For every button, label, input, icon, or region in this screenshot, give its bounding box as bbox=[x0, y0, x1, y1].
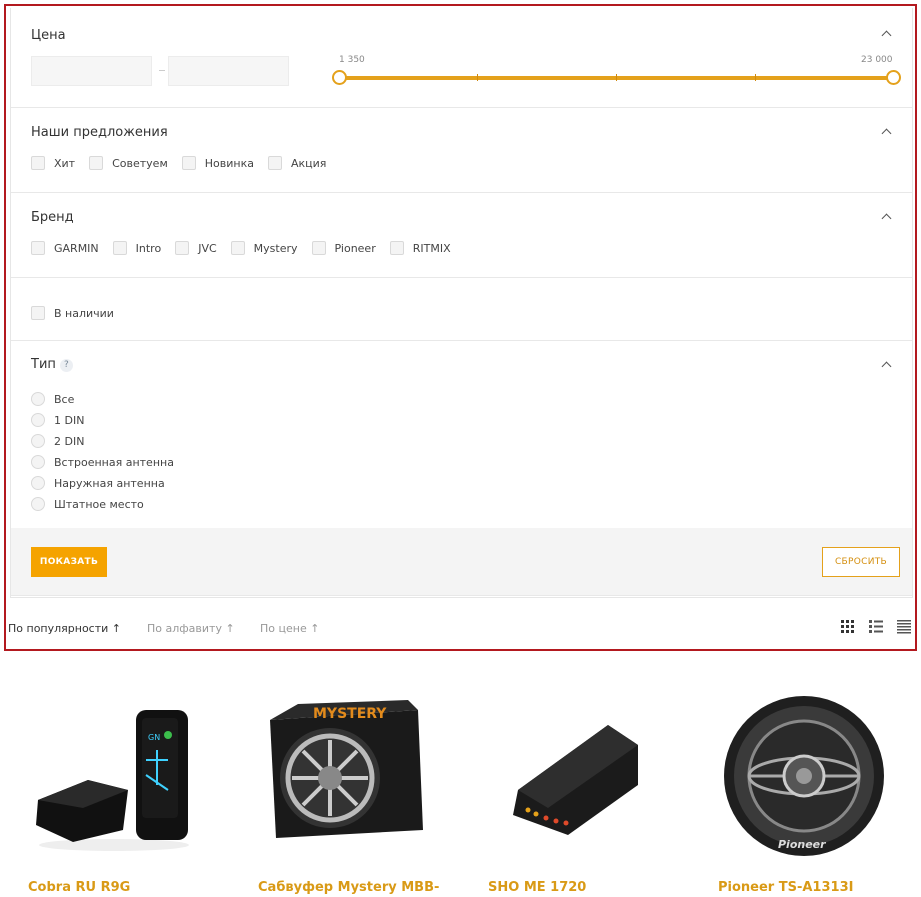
filter-panel-frame: Цена 1 350 23 000 Наши предложения Хит С… bbox=[4, 4, 917, 651]
help-icon[interactable]: ? bbox=[59, 359, 73, 372]
offer-option-new[interactable]: Новинка bbox=[181, 156, 254, 170]
reset-button[interactable]: СБРОСИТЬ bbox=[822, 547, 900, 577]
price-slider-max-handle[interactable] bbox=[886, 70, 901, 85]
in-stock-checkbox[interactable]: В наличии bbox=[31, 306, 114, 320]
offer-option-hit[interactable]: Хит bbox=[31, 156, 75, 170]
sort-alphabet-label: По алфавиту bbox=[147, 622, 222, 635]
radio[interactable] bbox=[31, 476, 45, 490]
price-range-dash bbox=[159, 70, 165, 71]
price-slider-min-handle[interactable] bbox=[332, 70, 347, 85]
type-option-internal-antenna[interactable]: Встроенная антенна bbox=[31, 455, 174, 469]
brand-option-intro[interactable]: Intro bbox=[112, 241, 161, 255]
price-max-input[interactable] bbox=[168, 56, 289, 86]
checkbox[interactable] bbox=[112, 241, 127, 255]
type-option-external-antenna[interactable]: Наружная антенна bbox=[31, 476, 165, 490]
filter-actions: ПОКАЗАТЬ СБРОСИТЬ bbox=[11, 528, 912, 596]
svg-text:GN: GN bbox=[148, 733, 160, 742]
collapse-chevron-icon[interactable] bbox=[881, 30, 892, 41]
radio[interactable] bbox=[31, 434, 45, 448]
type-option-1din[interactable]: 1 DIN bbox=[31, 413, 84, 427]
availability-section: В наличии bbox=[11, 278, 912, 341]
offers-title: Наши предложения bbox=[31, 125, 168, 140]
subwoofer-image: MYSTERY bbox=[270, 700, 423, 838]
checkbox[interactable] bbox=[89, 156, 104, 170]
checkbox[interactable] bbox=[230, 241, 245, 255]
radio[interactable] bbox=[31, 392, 45, 406]
product-image[interactable]: Pioneer bbox=[718, 690, 890, 862]
sort-popularity-label: По популярности bbox=[8, 622, 109, 635]
speaker-image: Pioneer bbox=[724, 696, 884, 856]
table-view-icon[interactable] bbox=[897, 620, 911, 634]
checkbox[interactable] bbox=[31, 306, 45, 320]
slider-tick bbox=[477, 74, 478, 81]
price-min-label: 1 350 bbox=[339, 55, 365, 65]
product-name[interactable]: Cobra RU R9G bbox=[28, 880, 130, 895]
product-name[interactable]: SHO ME 1720 bbox=[488, 880, 586, 895]
product-name[interactable]: Pioneer TS-A1313I bbox=[718, 880, 853, 895]
list-view-icon[interactable] bbox=[869, 620, 883, 634]
product-name[interactable]: Сабвуфер Mystery MBB- bbox=[258, 880, 439, 895]
sort-arrow-icon: ↑ bbox=[111, 622, 121, 635]
product-card[interactable]: Pioneer Pioneer TS-A1313I bbox=[718, 690, 890, 895]
type-option-all[interactable]: Все bbox=[31, 392, 74, 406]
type-title-text: Тип bbox=[31, 357, 56, 372]
brand-option-ritmix[interactable]: RITMIX bbox=[389, 241, 451, 255]
offer-option-recommend[interactable]: Советуем bbox=[89, 156, 168, 170]
checkbox[interactable] bbox=[31, 241, 45, 255]
brand-option-mystery[interactable]: Mystery bbox=[230, 241, 298, 255]
svg-text:MYSTERY: MYSTERY bbox=[313, 706, 387, 722]
svg-text:Pioneer: Pioneer bbox=[778, 838, 826, 851]
brand-options: GARMIN Intro JVC Mystery Pioneer RITMIX bbox=[31, 241, 465, 255]
slider-tick bbox=[755, 74, 756, 81]
grid-view-icon[interactable] bbox=[841, 620, 855, 634]
sort-by-popularity[interactable]: По популярности ↑ bbox=[8, 622, 121, 635]
product-image[interactable]: MYSTERY bbox=[258, 690, 430, 862]
offers-options: Хит Советуем Новинка Акция bbox=[31, 156, 340, 170]
product-card[interactable]: SHO ME 1720 bbox=[488, 690, 660, 895]
type-option-2din[interactable]: 2 DIN bbox=[31, 434, 84, 448]
brand-option-jvc[interactable]: JVC bbox=[175, 241, 217, 255]
collapse-chevron-icon[interactable] bbox=[881, 128, 892, 139]
collapse-chevron-icon[interactable] bbox=[881, 213, 892, 224]
sort-by-alphabet[interactable]: По алфавиту ↑ bbox=[147, 622, 235, 635]
availability-row: В наличии bbox=[31, 306, 128, 320]
radio[interactable] bbox=[31, 413, 45, 427]
type-title: Тип? bbox=[31, 357, 73, 372]
product-card[interactable]: GN Cobra RU R9G bbox=[28, 690, 200, 895]
filter-panel: Цена 1 350 23 000 Наши предложения Хит С… bbox=[10, 8, 913, 598]
product-image[interactable]: GN bbox=[28, 690, 200, 862]
radar-detector-image: GN bbox=[36, 710, 189, 851]
collapse-chevron-icon[interactable] bbox=[881, 361, 892, 372]
offer-option-sale[interactable]: Акция bbox=[267, 156, 326, 170]
brand-title: Бренд bbox=[31, 210, 74, 225]
type-option-standard-place[interactable]: Штатное место bbox=[31, 497, 144, 511]
sort-arrow-icon: ↑ bbox=[225, 622, 235, 635]
price-min-input[interactable] bbox=[31, 56, 152, 86]
sort-bar: По популярности ↑ По алфавиту ↑ По цене … bbox=[6, 618, 911, 642]
slider-tick bbox=[616, 74, 617, 81]
brand-section: Бренд GARMIN Intro JVC Mystery Pioneer R… bbox=[11, 193, 912, 278]
brand-option-pioneer[interactable]: Pioneer bbox=[311, 241, 376, 255]
product-card[interactable]: MYSTERY Сабвуфер Mystery MBB- bbox=[258, 690, 439, 895]
brand-option-garmin[interactable]: GARMIN bbox=[31, 241, 99, 255]
sort-by-price[interactable]: По цене ↑ bbox=[260, 622, 319, 635]
product-image[interactable] bbox=[488, 690, 660, 862]
price-section: Цена 1 350 23 000 bbox=[11, 8, 912, 108]
radar-detector-image bbox=[513, 725, 638, 835]
price-title: Цена bbox=[31, 28, 66, 43]
checkbox[interactable] bbox=[31, 156, 45, 170]
offers-section: Наши предложения Хит Советуем Новинка Ак… bbox=[11, 108, 912, 193]
radio[interactable] bbox=[31, 497, 45, 511]
show-button[interactable]: ПОКАЗАТЬ bbox=[31, 547, 107, 577]
price-max-label: 23 000 bbox=[861, 55, 893, 65]
checkbox[interactable] bbox=[311, 241, 326, 255]
checkbox[interactable] bbox=[175, 241, 190, 255]
checkbox[interactable] bbox=[181, 156, 196, 170]
radio[interactable] bbox=[31, 455, 45, 469]
checkbox[interactable] bbox=[267, 156, 282, 170]
type-section: Тип? Все 1 DIN 2 DIN Встроенная антенна … bbox=[11, 341, 912, 528]
sort-price-label: По цене bbox=[260, 622, 307, 635]
sort-arrow-icon: ↑ bbox=[310, 622, 320, 635]
checkbox[interactable] bbox=[389, 241, 404, 255]
